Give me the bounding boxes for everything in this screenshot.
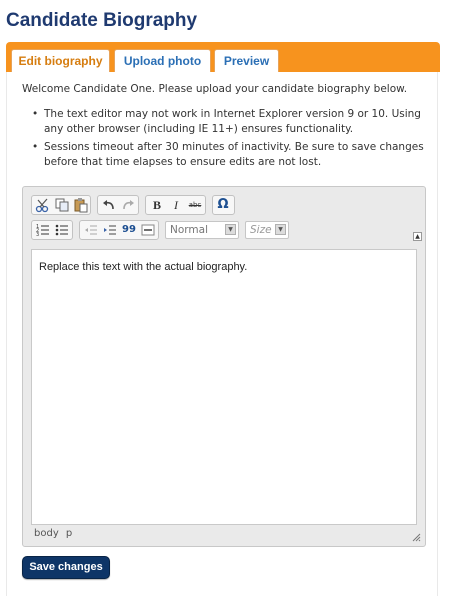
svg-text:3: 3	[36, 232, 39, 238]
editor-content-text[interactable]: Replace this text with the actual biogra…	[39, 261, 247, 273]
paste-icon[interactable]	[72, 197, 90, 213]
resize-grip-icon[interactable]	[412, 533, 421, 542]
welcome-text: Welcome Candidate One. Please upload you…	[22, 83, 408, 95]
redo-icon[interactable]	[119, 197, 137, 213]
note-text: Sessions timeout after 30 minutes of ina…	[44, 141, 424, 168]
tab-edit-biography[interactable]: Edit biography	[11, 49, 110, 72]
bullet-icon: •	[32, 141, 39, 153]
strikethrough-button[interactable]: abc	[186, 197, 204, 213]
indent-icon[interactable]	[101, 222, 119, 238]
page-title: Candidate Biography	[6, 10, 198, 31]
editor-content-area[interactable]: Replace this text with the actual biogra…	[31, 249, 417, 525]
rich-text-editor: B I abc Ω 123 99 Normal ▼ Size ▼ ▲ Repla…	[22, 186, 426, 547]
format-value: Normal	[170, 224, 208, 236]
collapse-toolbar-icon[interactable]: ▲	[413, 232, 422, 241]
font-size-select[interactable]: Size ▼	[245, 221, 289, 239]
copy-icon[interactable]	[53, 197, 71, 213]
bulleted-list-icon[interactable]	[53, 222, 71, 238]
italic-button[interactable]: I	[167, 197, 185, 213]
toolbar-group-blocks: 99	[79, 220, 159, 240]
tab-upload-photo[interactable]: Upload photo	[114, 49, 211, 72]
toolbar-group-lists: 123	[31, 220, 73, 240]
bullet-icon: •	[32, 108, 39, 120]
undo-icon[interactable]	[100, 197, 118, 213]
outdent-icon[interactable]	[82, 222, 100, 238]
note-item: • The text editor may not work in Intern…	[22, 107, 427, 137]
toolbar-group-basicstyles: B I abc	[145, 195, 206, 215]
cut-icon[interactable]	[34, 197, 52, 213]
note-text: The text editor may not work in Internet…	[44, 108, 421, 135]
note-item: • Sessions timeout after 30 minutes of i…	[22, 140, 427, 170]
tab-preview[interactable]: Preview	[214, 49, 279, 72]
toolbar-group-clipboard	[31, 195, 91, 215]
horizontal-rule-icon[interactable]	[139, 222, 157, 238]
save-changes-button[interactable]: Save changes	[22, 556, 110, 579]
blockquote-button[interactable]: 99	[120, 222, 138, 238]
dropdown-arrow-icon: ▼	[225, 224, 236, 235]
tab-bar: Edit biography Upload photo Preview	[6, 42, 440, 72]
bold-button[interactable]: B	[148, 197, 166, 213]
dropdown-arrow-icon: ▼	[275, 224, 286, 235]
format-select[interactable]: Normal ▼	[165, 221, 239, 239]
size-placeholder: Size	[250, 224, 272, 236]
element-path: body p	[34, 528, 73, 539]
toolbar-group-history	[97, 195, 139, 215]
notes-list: • The text editor may not work in Intern…	[22, 107, 427, 173]
toolbar-group-insert: Ω	[212, 195, 235, 215]
numbered-list-icon[interactable]: 123	[34, 222, 52, 238]
special-char-button[interactable]: Ω	[214, 197, 232, 213]
